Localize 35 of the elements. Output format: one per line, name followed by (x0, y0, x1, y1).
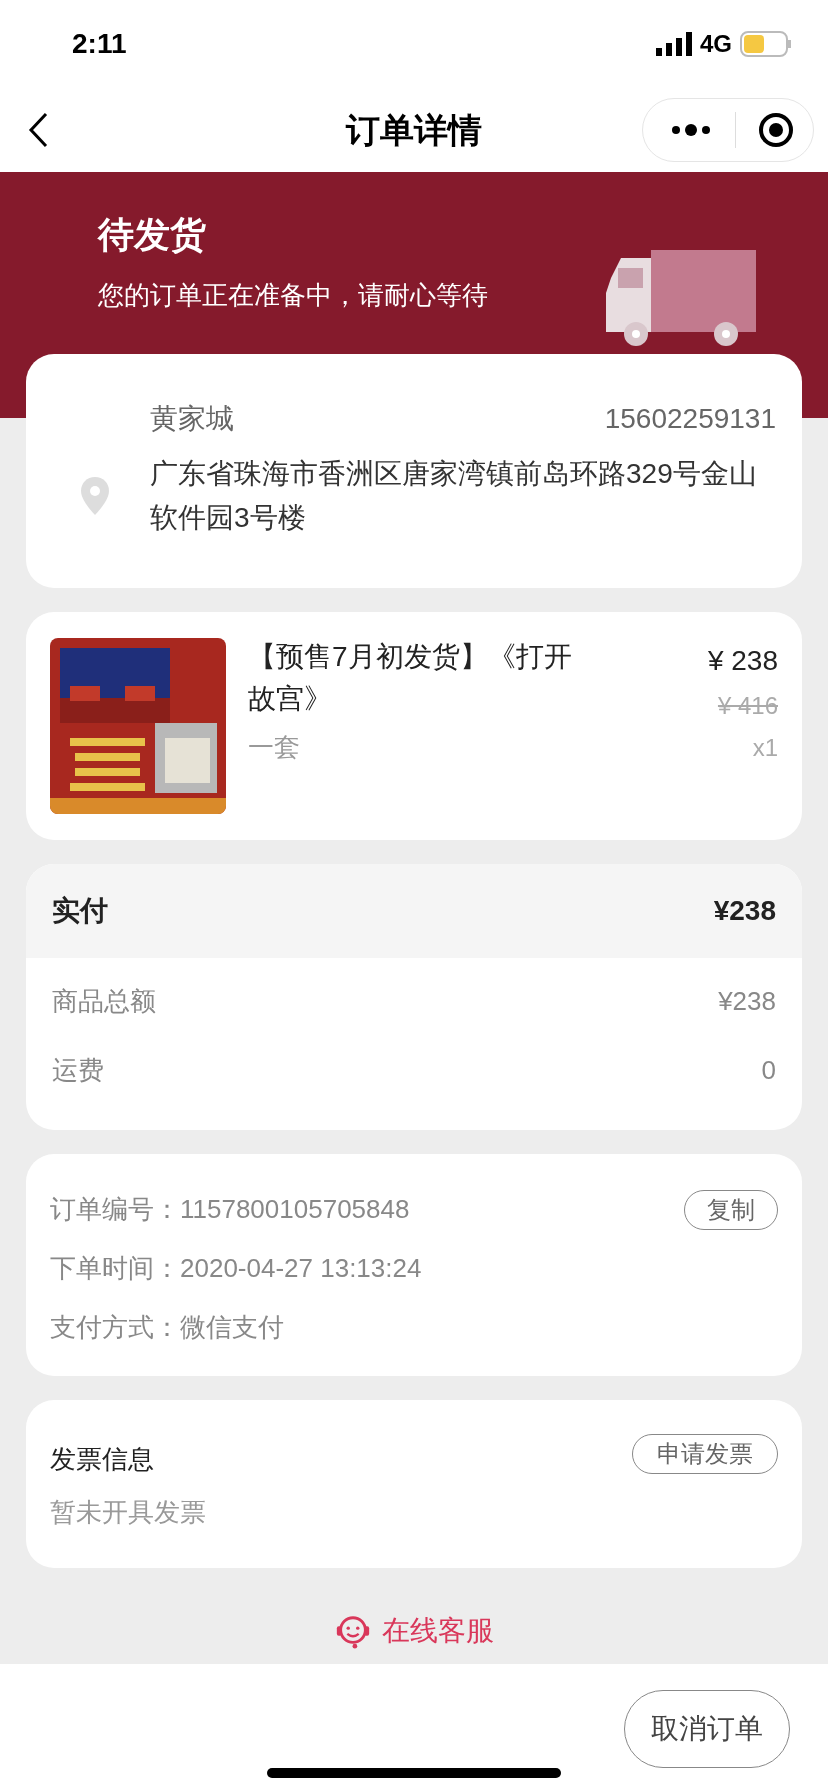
battery-icon (740, 31, 792, 58)
original-price: ¥ 416 (717, 691, 778, 721)
info-value: 微信支付 (180, 1311, 284, 1344)
recipient-name: 黄家城 (150, 402, 234, 436)
close-miniprogram-icon[interactable] (758, 112, 794, 149)
page-title: 订单详情 (346, 109, 482, 151)
fee-label: 商品总额 (52, 985, 156, 1018)
delivery-address: 广东省珠海市香洲区唐家湾镇前岛环路329号金山软件园3号楼 (150, 457, 758, 535)
fee-value: ¥238 (718, 985, 776, 1018)
invoice-title: 发票信息 (50, 1443, 155, 1476)
invoice-status: 暂未开具发票 (50, 1496, 206, 1529)
location-pin-icon (80, 476, 110, 516)
info-label: 支付方式： (50, 1311, 180, 1344)
paid-label: 实付 (52, 894, 108, 928)
product-title: 【预售7月初发货】《打开故宫》 (248, 640, 573, 716)
info-label: 订单编号： (50, 1193, 180, 1226)
order-status: 待发货 (98, 213, 207, 258)
status-message: 您的订单正在准备中，请耐心等待 (98, 279, 488, 313)
product-price: ¥ 238 (707, 644, 778, 678)
status-time: 2:11 (72, 27, 127, 62)
paid-amount: ¥238 (713, 894, 776, 928)
truck-icon (606, 248, 756, 349)
more-icon[interactable] (671, 124, 711, 137)
info-label: 下单时间： (50, 1252, 180, 1285)
fee-value: 0 (761, 1054, 776, 1087)
customer-service-link[interactable]: 在线客服 (334, 1610, 494, 1652)
product-spec: 一套 (248, 731, 301, 764)
info-value: 1157800105705848 (180, 1193, 410, 1226)
back-icon[interactable] (28, 112, 48, 149)
fee-label: 运费 (52, 1054, 104, 1087)
signal-icon (656, 32, 692, 57)
network-type: 4G (700, 29, 732, 60)
info-value: 2020-04-27 13:13:24 (180, 1252, 422, 1285)
recipient-phone: 15602259131 (604, 402, 776, 436)
product-quantity: x1 (752, 733, 778, 763)
